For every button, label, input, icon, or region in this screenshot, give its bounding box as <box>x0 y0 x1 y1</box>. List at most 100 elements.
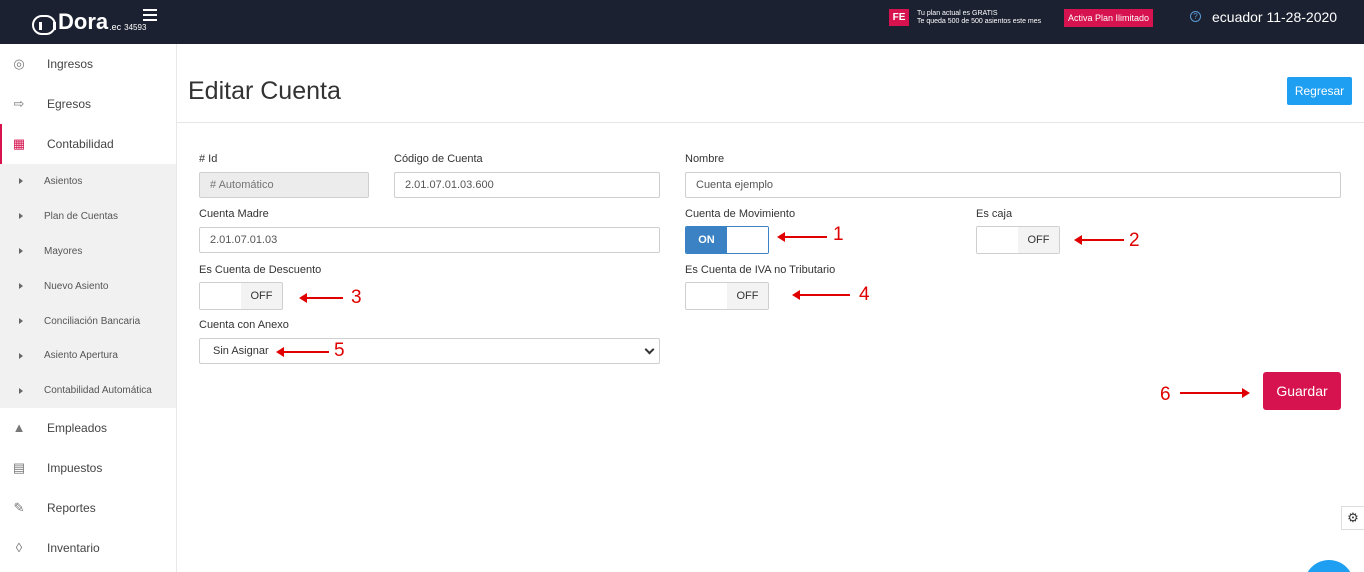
discount-account-label: Es Cuenta de Descuento <box>199 264 322 276</box>
sidebar-item-reportes[interactable]: ✎ Reportes <box>0 488 176 528</box>
annotation-number-6: 6 <box>1160 384 1171 405</box>
account-number: 34593 <box>124 23 147 32</box>
annotation-number-4: 4 <box>859 284 870 305</box>
back-button[interactable]: Regresar <box>1287 77 1352 105</box>
annex-select[interactable]: Sin Asignar <box>199 338 660 364</box>
piggy-bank-icon: ◎ <box>13 56 25 71</box>
settings-gear-icon[interactable]: ⚙ <box>1341 506 1364 530</box>
sidebar-item-label: Contabilidad <box>47 137 114 151</box>
toggle-state: OFF <box>241 283 282 309</box>
plan-line-2: Te queda 500 de 500 asientos este mes <box>917 18 1042 25</box>
toggle-state: OFF <box>727 283 768 309</box>
submenu-item-asiento-apertura[interactable]: Asiento Apertura <box>0 338 176 373</box>
code-field[interactable]: 2.01.07.01.03.600 <box>394 172 660 198</box>
help-icon[interactable]: ? <box>1190 11 1201 22</box>
code-label: Código de Cuenta <box>394 153 483 165</box>
annex-selected-value: Sin Asignar <box>213 345 269 357</box>
name-field[interactable]: Cuenta ejemplo <box>685 172 1341 198</box>
sidebar-item-impuestos[interactable]: ▤ Impuestos <box>0 448 176 488</box>
parent-account-label: Cuenta Madre <box>199 208 269 220</box>
logo-suffix: .ec <box>109 22 122 32</box>
annotation-arrow-4 <box>792 290 850 300</box>
top-bar: Dora .ec 34593 FE Tu plan actual es GRAT… <box>0 0 1364 44</box>
org-chart-icon: ▲ <box>12 420 26 436</box>
dora-logo[interactable]: Dora .ec 34593 <box>32 9 146 35</box>
divider <box>177 122 1364 123</box>
annotation-number-3: 3 <box>351 287 362 308</box>
submenu-item-label: Nuevo Asiento <box>44 280 109 292</box>
submenu-item-label: Asiento Apertura <box>44 350 118 362</box>
save-button[interactable]: Guardar <box>1263 372 1341 410</box>
sidebar: ◎ Ingresos ⇨ Egresos ▦ Contabilidad Asie… <box>0 44 177 572</box>
caret-right-icon <box>19 352 23 359</box>
sidebar-item-inventario[interactable]: ◊ Inventario <box>0 528 176 568</box>
plan-info: Tu plan actual es GRATIS Te queda 500 de… <box>917 10 1041 26</box>
annotation-number-5: 5 <box>334 340 345 361</box>
sidebar-item-ingresos[interactable]: ◎ Ingresos <box>0 44 176 84</box>
activate-plan-button[interactable]: Activa Plan Ilimitado <box>1064 9 1154 27</box>
caret-right-icon <box>19 213 23 220</box>
submenu-item-label: Plan de Cuentas <box>44 210 118 222</box>
annotation-arrow-2 <box>1074 235 1124 245</box>
iva-account-label: Es Cuenta de IVA no Tributario <box>685 264 836 276</box>
annotation-number-1: 1 <box>833 224 844 245</box>
sidebar-item-label: Ingresos <box>47 57 94 71</box>
boxes-icon: ◊ <box>15 540 23 556</box>
id-field[interactable] <box>199 172 369 198</box>
fe-badge: FE <box>889 9 909 26</box>
submenu-item-label: Asientos <box>44 175 83 187</box>
contabilidad-submenu: Asientos Plan de Cuentas Mayores Nuevo A… <box>0 164 176 409</box>
annotation-arrow-1 <box>777 232 827 242</box>
toggle-knob <box>686 283 727 309</box>
name-label: Nombre <box>685 153 725 165</box>
submenu-item-label: Conciliación Bancaria <box>44 315 141 327</box>
chevron-down-icon <box>644 344 655 355</box>
chat-widget-icon[interactable] <box>1304 560 1354 572</box>
sidebar-item-contabilidad[interactable]: ▦ Contabilidad <box>0 124 176 164</box>
calculator-icon: ▦ <box>12 136 26 151</box>
submenu-item-asientos[interactable]: Asientos <box>0 164 176 199</box>
logo-chart-icon <box>32 15 56 35</box>
submenu-item-mayores[interactable]: Mayores <box>0 234 176 269</box>
submenu-item-label: Mayores <box>44 245 83 257</box>
toggle-knob <box>727 227 768 253</box>
report-icon: ✎ <box>13 500 25 516</box>
id-label: # Id <box>199 153 218 165</box>
submenu-item-contabilidad-automatica[interactable]: Contabilidad Automática <box>0 373 176 408</box>
sidebar-item-label: Reportes <box>47 501 96 516</box>
movement-account-label: Cuenta de Movimiento <box>685 208 796 220</box>
submenu-item-conciliacion-bancaria[interactable]: Conciliación Bancaria <box>0 304 176 339</box>
sidebar-item-label: Inventario <box>47 541 100 556</box>
caret-right-icon <box>19 248 23 255</box>
submenu-item-label: Contabilidad Automática <box>44 385 152 397</box>
cash-label: Es caja <box>976 208 1013 220</box>
logo-text: Dora <box>58 9 109 34</box>
money-out-icon: ⇨ <box>13 96 25 111</box>
movement-account-toggle[interactable]: ON <box>685 226 769 254</box>
sidebar-item-label: Egresos <box>47 97 92 111</box>
sidebar-item-label: Empleados <box>47 421 108 436</box>
caret-right-icon <box>19 178 23 185</box>
annotation-arrow-5 <box>276 347 329 357</box>
iva-account-toggle[interactable]: OFF <box>685 282 769 310</box>
toggle-state: OFF <box>1018 227 1059 253</box>
page-title: Editar Cuenta <box>188 77 341 105</box>
annotation-arrow-3 <box>299 293 343 303</box>
caret-right-icon <box>19 283 23 290</box>
caret-right-icon <box>19 387 23 394</box>
caret-right-icon <box>19 318 23 324</box>
discount-account-toggle[interactable]: OFF <box>199 282 283 310</box>
submenu-item-nuevo-asiento[interactable]: Nuevo Asiento <box>0 269 176 304</box>
annex-label: Cuenta con Anexo <box>199 319 289 331</box>
annotation-number-2: 2 <box>1129 230 1140 251</box>
cash-toggle[interactable]: OFF <box>976 226 1060 254</box>
user-date[interactable]: ecuador 11-28-2020 <box>1212 9 1337 25</box>
submenu-item-plan-de-cuentas[interactable]: Plan de Cuentas <box>0 199 176 234</box>
sidebar-item-egresos[interactable]: ⇨ Egresos <box>0 84 176 124</box>
parent-account-field[interactable]: 2.01.07.01.03 <box>199 227 660 253</box>
toggle-knob <box>977 227 1018 253</box>
sidebar-item-empleados[interactable]: ▲ Empleados <box>0 408 176 448</box>
tax-icon: ▤ <box>12 460 26 476</box>
hamburger-menu-icon[interactable] <box>143 9 157 21</box>
toggle-state: ON <box>686 227 727 253</box>
